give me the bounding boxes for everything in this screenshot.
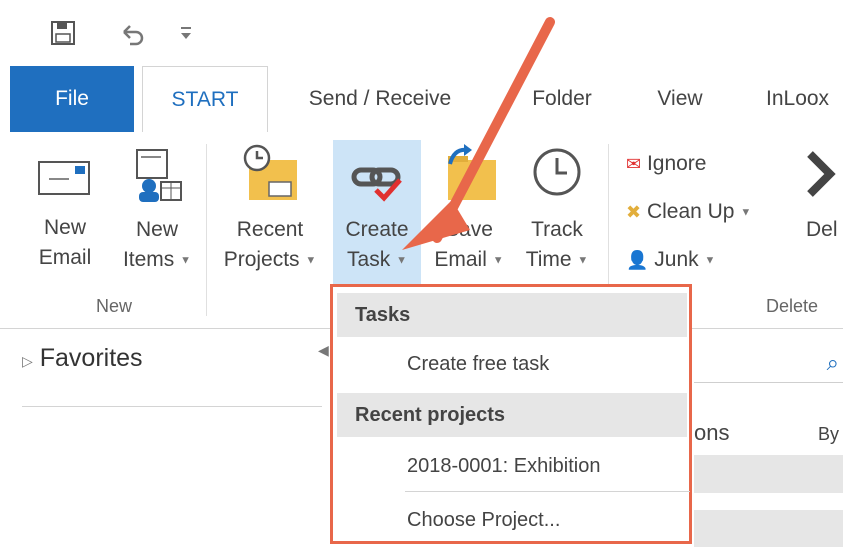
delete-label: Del [806,218,838,241]
ribbon-tabs: File START Send / Receive Folder View In… [0,66,843,134]
junk-icon: 👤 [626,250,649,270]
recent-project-item[interactable]: 2018-0001: Exhibition [407,455,600,478]
folder-clock-icon [243,144,297,200]
favorites-header[interactable]: ▷ Favorites [22,344,143,373]
collapse-nav-icon[interactable]: ◀ [318,342,329,359]
new-items-button[interactable]: New Items ▼ [112,142,202,292]
choose-project-item[interactable]: Choose Project... [407,509,560,532]
list-header-bar [694,455,843,493]
envelope-icon [38,161,90,195]
save-email-button[interactable]: Save Email ▼ [424,142,514,292]
group-separator [206,144,207,316]
favorites-label: Favorites [39,344,143,372]
expand-triangle-icon: ▷ [22,353,33,369]
track-time-label-1: Track [531,218,583,241]
clock-icon [533,148,581,196]
list-row [694,510,843,547]
junk-label: Junk [654,248,699,271]
folder-arrow-icon [448,144,496,200]
save-icon[interactable] [50,20,78,48]
save-email-label-1: Save [445,218,493,241]
undo-icon[interactable] [116,20,146,48]
new-email-label-1: New [43,216,86,239]
tab-inloox[interactable]: InLoox [766,66,843,132]
new-email-button[interactable]: New Email [20,142,110,292]
tab-send-receive[interactable]: Send / Receive [290,66,470,132]
clean-up-icon: ✖ [626,202,642,222]
clean-up-button[interactable]: ✖ Clean Up ▼ [626,196,751,228]
track-time-label-2: Time [525,248,572,271]
ignore-button[interactable]: ✉ Ignore [626,148,706,180]
track-time-button[interactable]: Track Time ▼ [512,142,602,292]
junk-button[interactable]: 👤 Junk ▼ [626,244,715,276]
new-items-icon [136,149,182,202]
filter-label-partial: ons [694,420,730,445]
ignore-icon: ✉ [626,154,642,174]
delete-button[interactable]: Del [800,142,843,292]
dropdown-header-recent-projects: Recent projects [337,393,687,437]
quick-access-toolbar [0,0,843,66]
tab-folder[interactable]: Folder [512,66,612,132]
dropdown-arrow-icon: ▼ [180,254,192,267]
recent-projects-button[interactable]: Recent Projects ▼ [214,142,326,292]
recent-projects-label-2: Projects [223,248,300,271]
dropdown-arrow-icon: ▼ [396,254,407,267]
delete-x-icon [807,151,836,197]
search-box[interactable]: ⌕ [694,346,843,383]
create-task-dropdown: Tasks Create free task Recent projects 2… [330,284,692,544]
search-icon: ⌕ [826,350,839,375]
dropdown-arrow-icon: ▼ [577,254,589,267]
create-task-label-1: Create [345,218,409,241]
new-items-label-1: New [135,218,178,241]
clean-up-label: Clean Up [646,200,735,223]
tab-view[interactable]: View [640,66,720,132]
ignore-label: Ignore [646,152,707,175]
new-items-label-2: Items [122,248,175,271]
create-task-label-2: Task [347,248,391,271]
sort-by-label-partial: By [818,424,840,444]
dropdown-arrow-icon: ▼ [740,206,752,219]
dropdown-arrow-icon: ▼ [704,254,716,267]
customize-qat-icon[interactable] [178,24,194,44]
dropdown-divider [405,491,690,492]
save-email-label-2: Email [434,248,487,271]
new-email-label-2: Email [38,246,92,269]
tab-file[interactable]: File [10,66,134,132]
tab-start[interactable]: START [142,66,268,134]
group-label-delete: Delete [766,296,819,316]
link-check-icon [351,167,402,202]
nav-divider [22,406,322,407]
dropdown-header-tasks: Tasks [337,293,687,337]
create-task-button[interactable]: Create Task ▼ [333,140,421,286]
group-label-new: New [96,296,133,316]
dropdown-arrow-icon: ▼ [305,254,317,267]
recent-projects-label-1: Recent [236,218,304,241]
create-free-task-item[interactable]: Create free task [407,353,549,376]
dropdown-arrow-icon: ▼ [492,254,504,267]
